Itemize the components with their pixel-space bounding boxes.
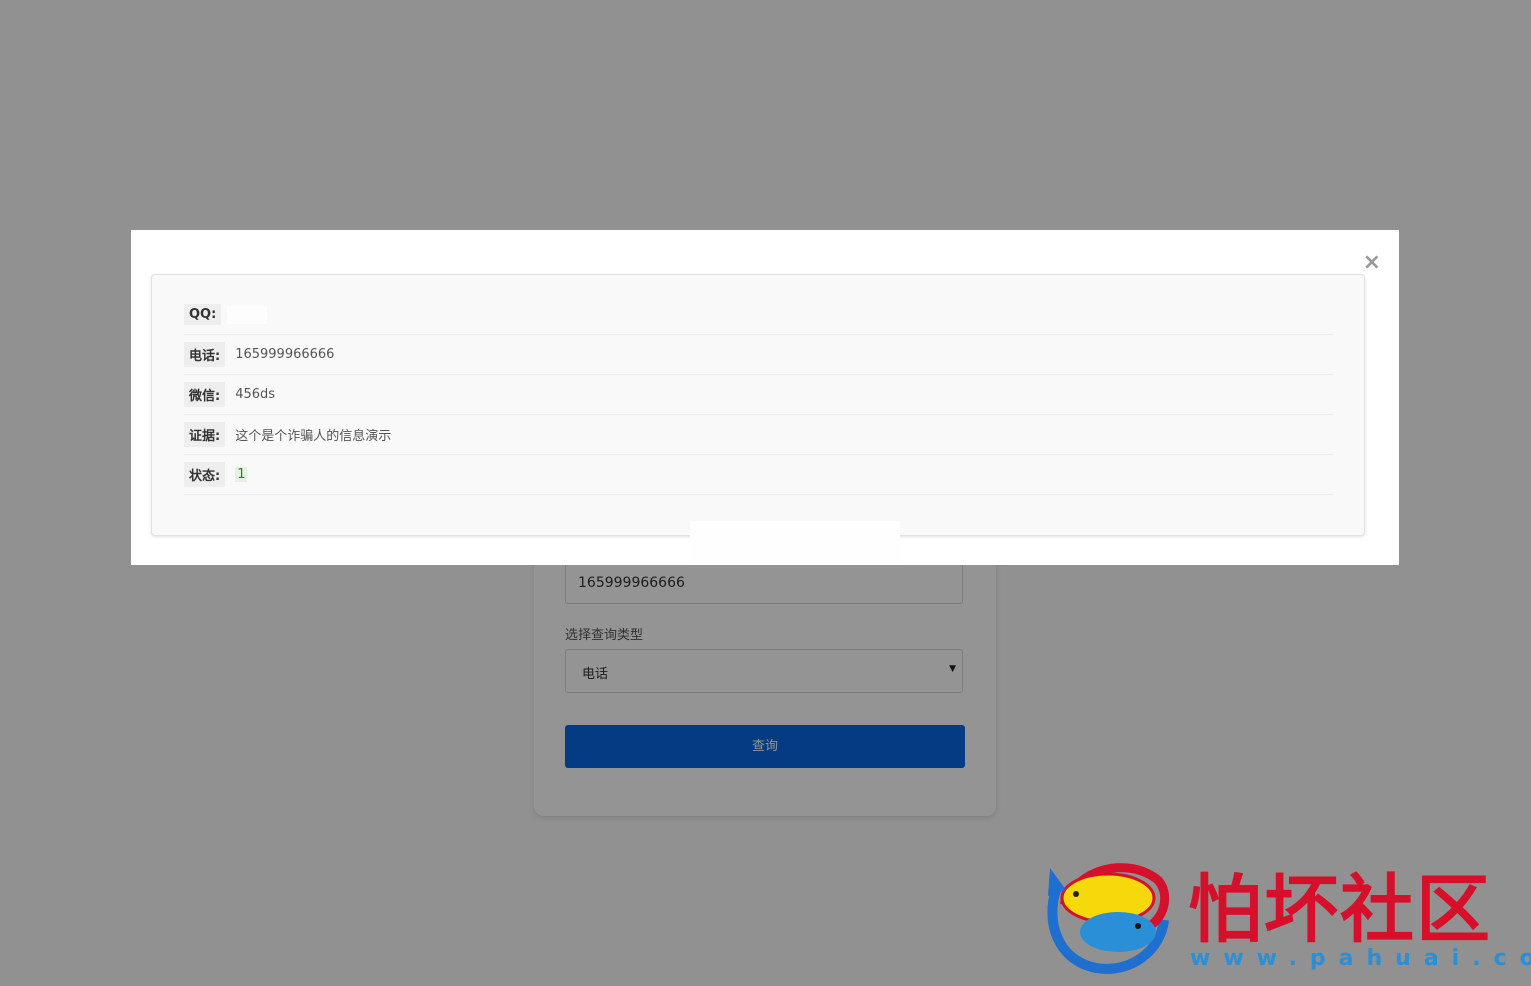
info-key-status: 状态:	[184, 462, 226, 487]
info-key-phone: 电话:	[184, 342, 226, 367]
info-value-wechat: 456ds	[235, 387, 276, 402]
close-icon[interactable]: ×	[1363, 252, 1381, 274]
info-key-evidence: 证据:	[184, 422, 226, 447]
info-value-phone: 165999966666	[235, 347, 335, 362]
info-key-wechat: 微信:	[184, 382, 226, 407]
watermark-brand: 怕坏社区	[1188, 867, 1492, 953]
result-panel: QQ: 电话: 165999966666 微信: 456ds 证据: 这个是个诈…	[151, 274, 1365, 561]
result-modal: × QQ: 电话: 165999966666 微信: 456ds 证据: 这个是…	[131, 230, 1399, 565]
info-row-qq: QQ:	[184, 295, 1334, 335]
watermark-url: www.pahuai.com	[1190, 946, 1531, 971]
info-key-qq: QQ:	[184, 304, 222, 325]
info-value-evidence: 这个是个诈骗人的信息演示	[235, 429, 392, 444]
info-list: QQ: 电话: 165999966666 微信: 456ds 证据: 这个是个诈…	[184, 295, 1334, 495]
info-row-evidence: 证据: 这个是个诈骗人的信息演示	[184, 415, 1334, 455]
fish-logo-icon	[1047, 863, 1170, 974]
watermark-logo: 怕坏社区 www.pahuai.com	[1036, 850, 1531, 974]
status-badge: 1	[235, 467, 248, 482]
info-row-phone: 电话: 165999966666	[184, 335, 1334, 375]
info-row-wechat: 微信: 456ds	[184, 375, 1334, 415]
redaction-patch	[690, 521, 900, 561]
info-value-qq	[227, 305, 268, 324]
info-row-status: 状态: 1	[184, 455, 1334, 495]
